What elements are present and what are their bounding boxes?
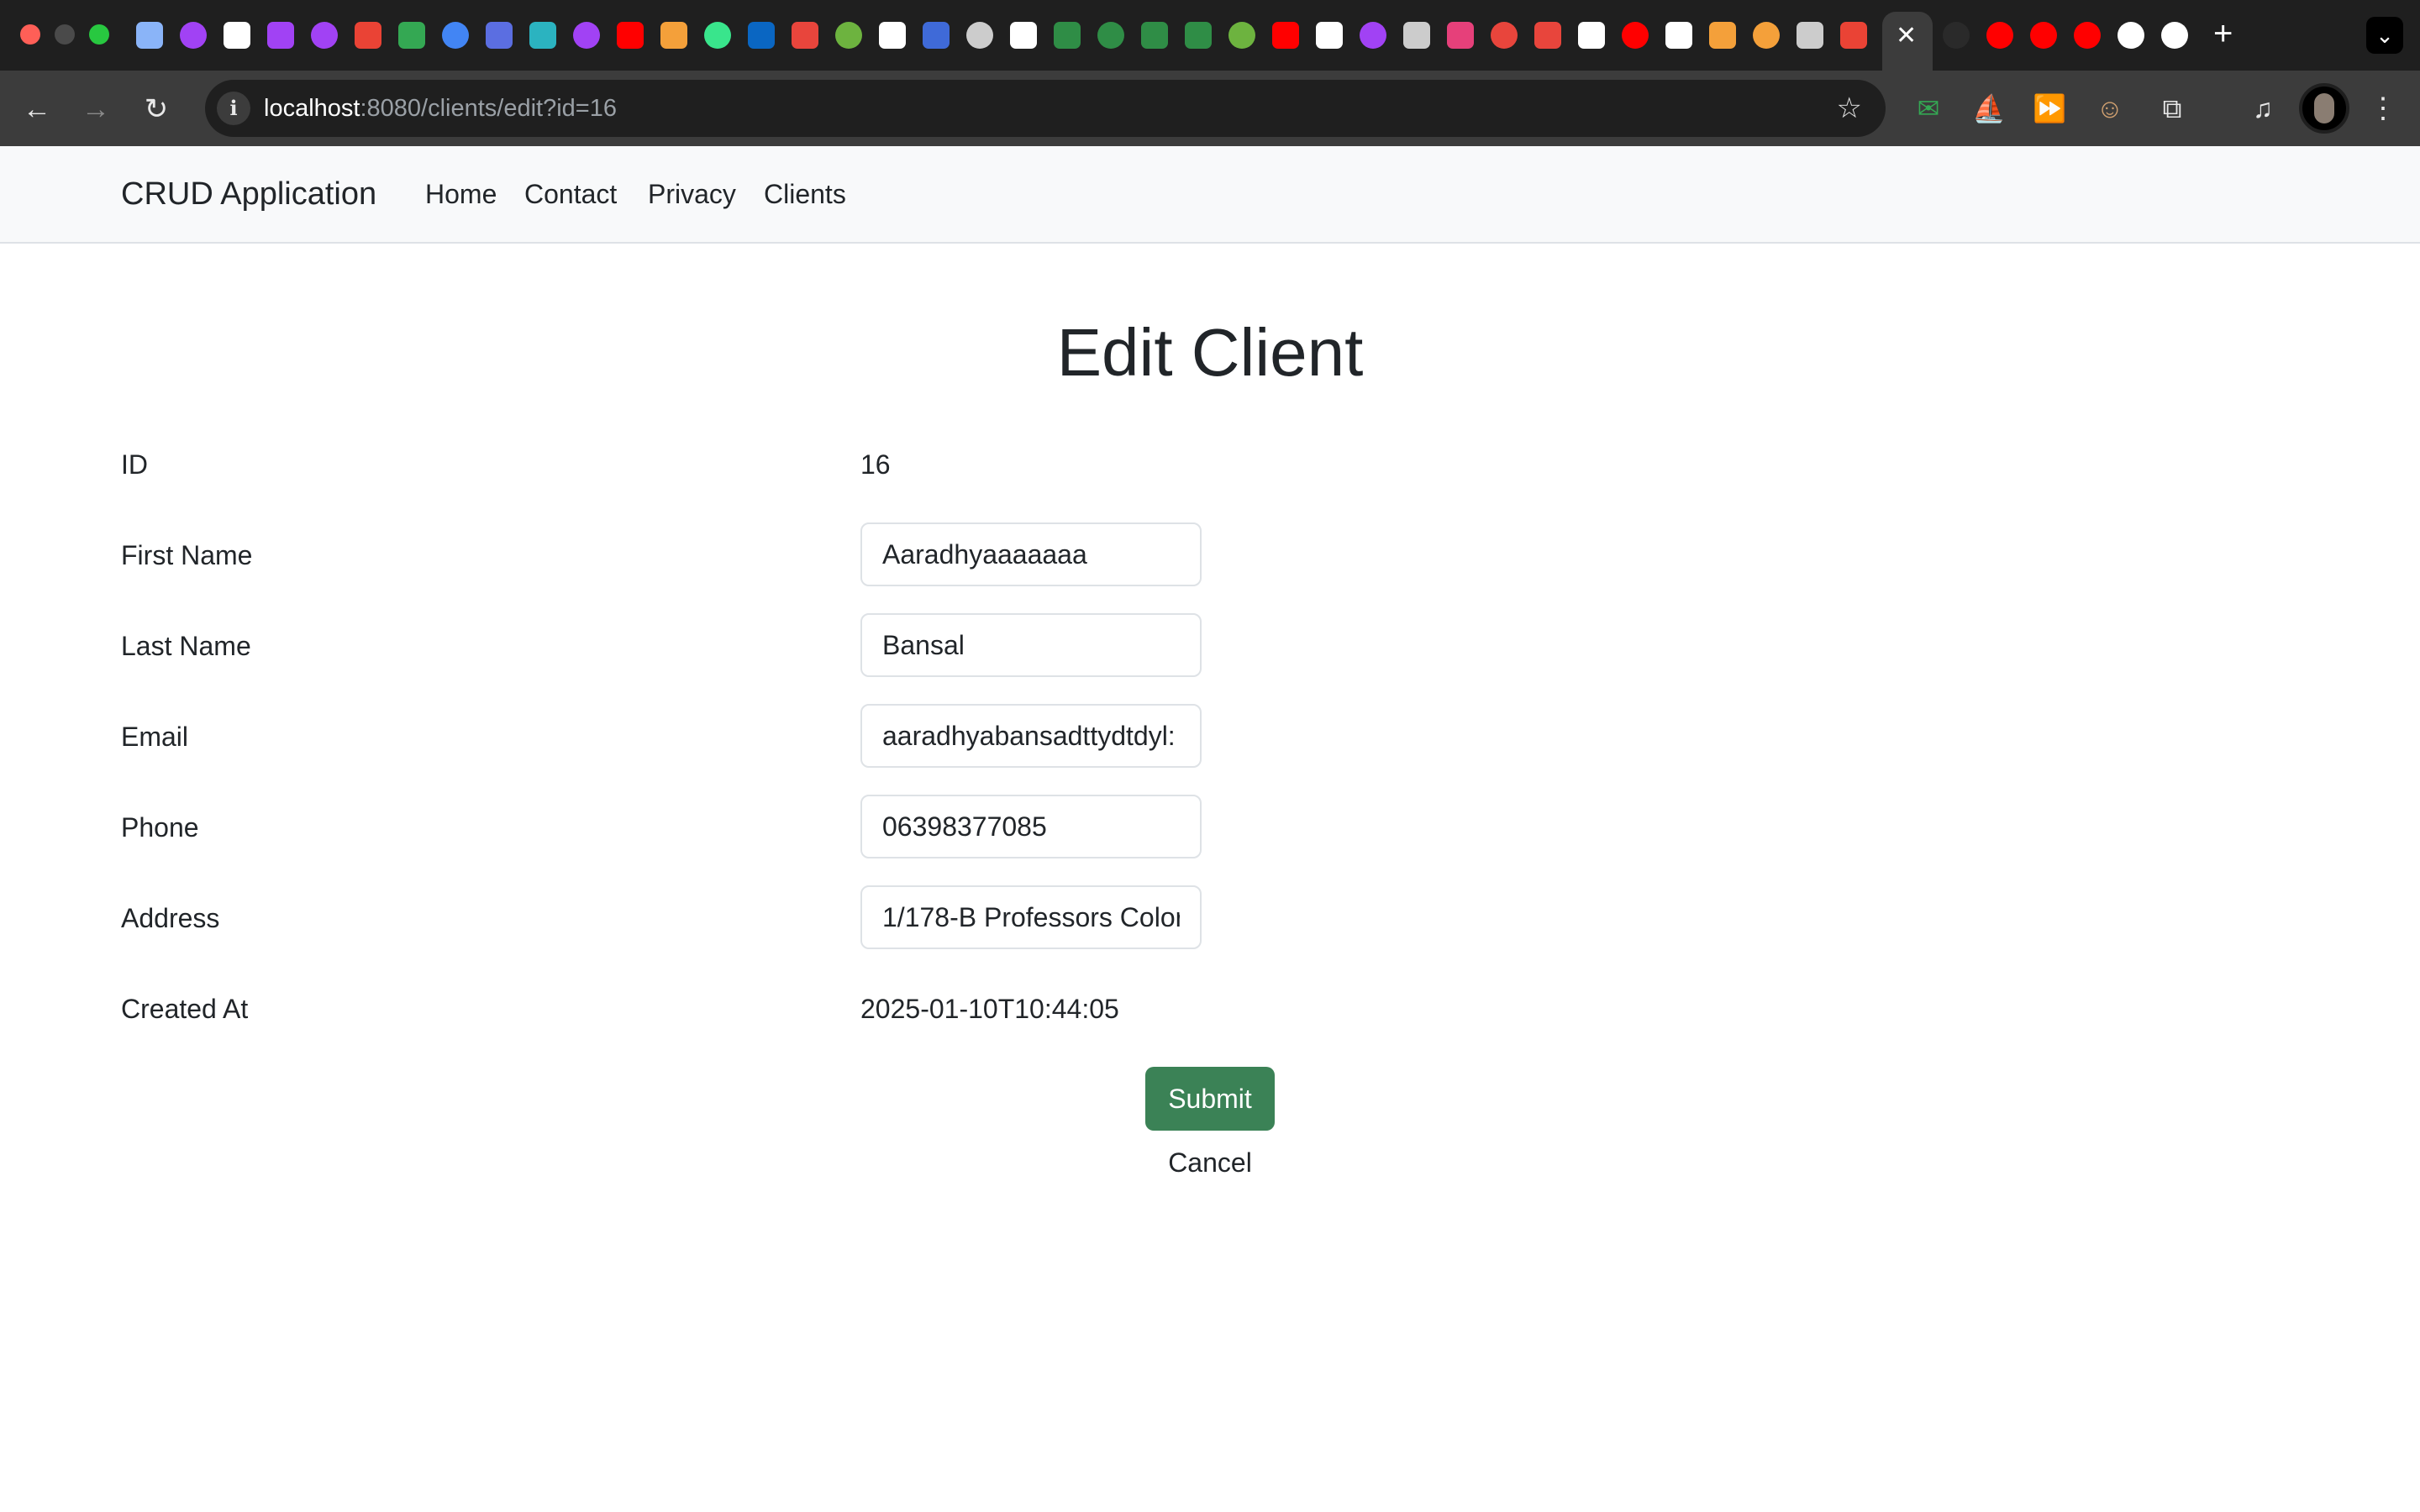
github-icon[interactable]	[1943, 22, 1970, 49]
youtube-icon[interactable]	[1622, 22, 1649, 49]
asterisk-icon[interactable]	[704, 22, 731, 49]
u-app-icon[interactable]	[267, 22, 294, 49]
id-label: ID	[121, 449, 148, 480]
created-at-value: 2025-01-10T10:44:05	[860, 994, 1119, 1024]
app-icon[interactable]	[923, 22, 950, 49]
youtube-icon[interactable]	[2030, 22, 2057, 49]
extension-face-icon[interactable]: ☺	[2091, 89, 2129, 128]
arrow-app-icon[interactable]	[1753, 22, 1780, 49]
address-input[interactable]	[860, 885, 1202, 949]
phone-label: Phone	[121, 812, 199, 843]
app-icon[interactable]	[1447, 22, 1474, 49]
browser-toolbar: ← → ↻ i localhost:8080/clients/edit?id=1…	[0, 71, 2420, 146]
media-playlist-icon[interactable]: ♫	[2244, 89, 2282, 128]
medium-icon[interactable]	[1316, 22, 1343, 49]
bug-icon[interactable]	[1491, 22, 1518, 49]
youtube-icon[interactable]	[617, 22, 644, 49]
reload-icon[interactable]: ↻	[138, 91, 175, 128]
google-icon[interactable]	[1010, 22, 1037, 49]
profile-avatar[interactable]	[2299, 83, 2349, 134]
app-icon[interactable]	[486, 22, 513, 49]
openai-icon[interactable]	[1797, 22, 1823, 49]
extension-mail-icon[interactable]: ✉	[1909, 89, 1948, 128]
url-text[interactable]: localhost:8080/clients/edit?id=16	[264, 95, 617, 122]
browser-menu-icon[interactable]: ⋮	[2366, 89, 2400, 128]
window-maximize-button[interactable]	[89, 24, 109, 45]
c-app-icon[interactable]	[792, 22, 818, 49]
github-icon[interactable]	[224, 22, 250, 49]
id-value: 16	[860, 449, 891, 480]
address-bar[interactable]: i localhost:8080/clients/edit?id=16 ☆	[205, 80, 1886, 137]
email-label: Email	[121, 722, 189, 752]
first-name-input[interactable]	[860, 522, 1202, 586]
arrow-app-icon[interactable]	[1709, 22, 1736, 49]
first-name-label: First Name	[121, 540, 253, 570]
gfg-icon[interactable]	[1141, 22, 1168, 49]
arrow-app-icon[interactable]	[660, 22, 687, 49]
calendar-icon[interactable]	[442, 22, 469, 49]
github-icon[interactable]	[1665, 22, 1692, 49]
spring-icon[interactable]	[1228, 22, 1255, 49]
medium-icon[interactable]	[1578, 22, 1605, 49]
window-minimize-button[interactable]	[55, 24, 75, 45]
openai-icon[interactable]	[966, 22, 993, 49]
nav-link-clients[interactable]: Clients	[764, 176, 846, 212]
youtube-icon[interactable]	[1986, 22, 2013, 49]
youtube-icon[interactable]	[2074, 22, 2101, 49]
last-name-input[interactable]	[860, 613, 1202, 677]
spring-icon[interactable]	[835, 22, 862, 49]
back-arrow-icon[interactable]: ←	[18, 91, 55, 128]
bookmark-star-icon[interactable]: ☆	[1837, 93, 1862, 123]
address-label: Address	[121, 903, 220, 933]
extensions-puzzle-icon[interactable]: ⧉	[2153, 89, 2191, 128]
phone-input[interactable]	[860, 795, 1202, 858]
google-icon[interactable]	[879, 22, 906, 49]
browser-tab-strip: ✕ + ⌄	[0, 0, 2420, 71]
tab-search-chevron-icon[interactable]: ⌄	[2366, 17, 2403, 54]
github-icon[interactable]	[2118, 22, 2144, 49]
u-app-icon[interactable]	[311, 22, 338, 49]
u-app-icon[interactable]	[1360, 22, 1386, 49]
gfg-icon[interactable]	[1097, 22, 1124, 49]
gear-app-icon[interactable]	[136, 22, 163, 49]
site-info-icon[interactable]: i	[217, 92, 250, 125]
u-app-icon[interactable]	[180, 22, 207, 49]
app-navbar: CRUD Application Home Contact Privacy Cl…	[0, 146, 2420, 244]
bug-icon[interactable]	[1534, 22, 1561, 49]
nav-link-contact[interactable]: Contact	[524, 176, 617, 212]
submit-button[interactable]: Submit	[1145, 1067, 1275, 1131]
gmail-icon[interactable]	[355, 22, 381, 49]
meet-icon[interactable]	[398, 22, 425, 49]
youtube-icon[interactable]	[1272, 22, 1299, 49]
gfg-icon[interactable]	[1185, 22, 1212, 49]
openai-icon[interactable]	[1403, 22, 1430, 49]
navbar-brand[interactable]: CRUD Application	[121, 175, 376, 213]
linkedin-icon[interactable]	[748, 22, 775, 49]
created-at-label: Created At	[121, 994, 249, 1024]
u-app-icon[interactable]	[573, 22, 600, 49]
nav-link-home[interactable]: Home	[425, 176, 497, 212]
gfg-icon[interactable]	[1054, 22, 1081, 49]
ring-icon[interactable]	[529, 22, 556, 49]
active-tab[interactable]: ✕	[1882, 12, 1933, 71]
extension-fastforward-icon[interactable]: ⏩	[2030, 89, 2069, 128]
extension-ship-icon[interactable]: ⛵	[1970, 89, 2008, 128]
window-close-button[interactable]	[20, 24, 40, 45]
email-input[interactable]	[860, 704, 1202, 768]
nav-link-privacy[interactable]: Privacy	[648, 176, 736, 212]
page-title: Edit Client	[1056, 315, 1364, 390]
cancel-link[interactable]: Cancel	[1126, 1146, 1294, 1179]
new-tab-button[interactable]: +	[2213, 17, 2233, 50]
gmail-icon[interactable]	[1840, 22, 1867, 49]
forward-arrow-icon[interactable]: →	[77, 91, 114, 128]
last-name-label: Last Name	[121, 631, 251, 661]
tab-close-icon[interactable]: ✕	[1896, 24, 1917, 49]
google-icon[interactable]	[2161, 22, 2188, 49]
